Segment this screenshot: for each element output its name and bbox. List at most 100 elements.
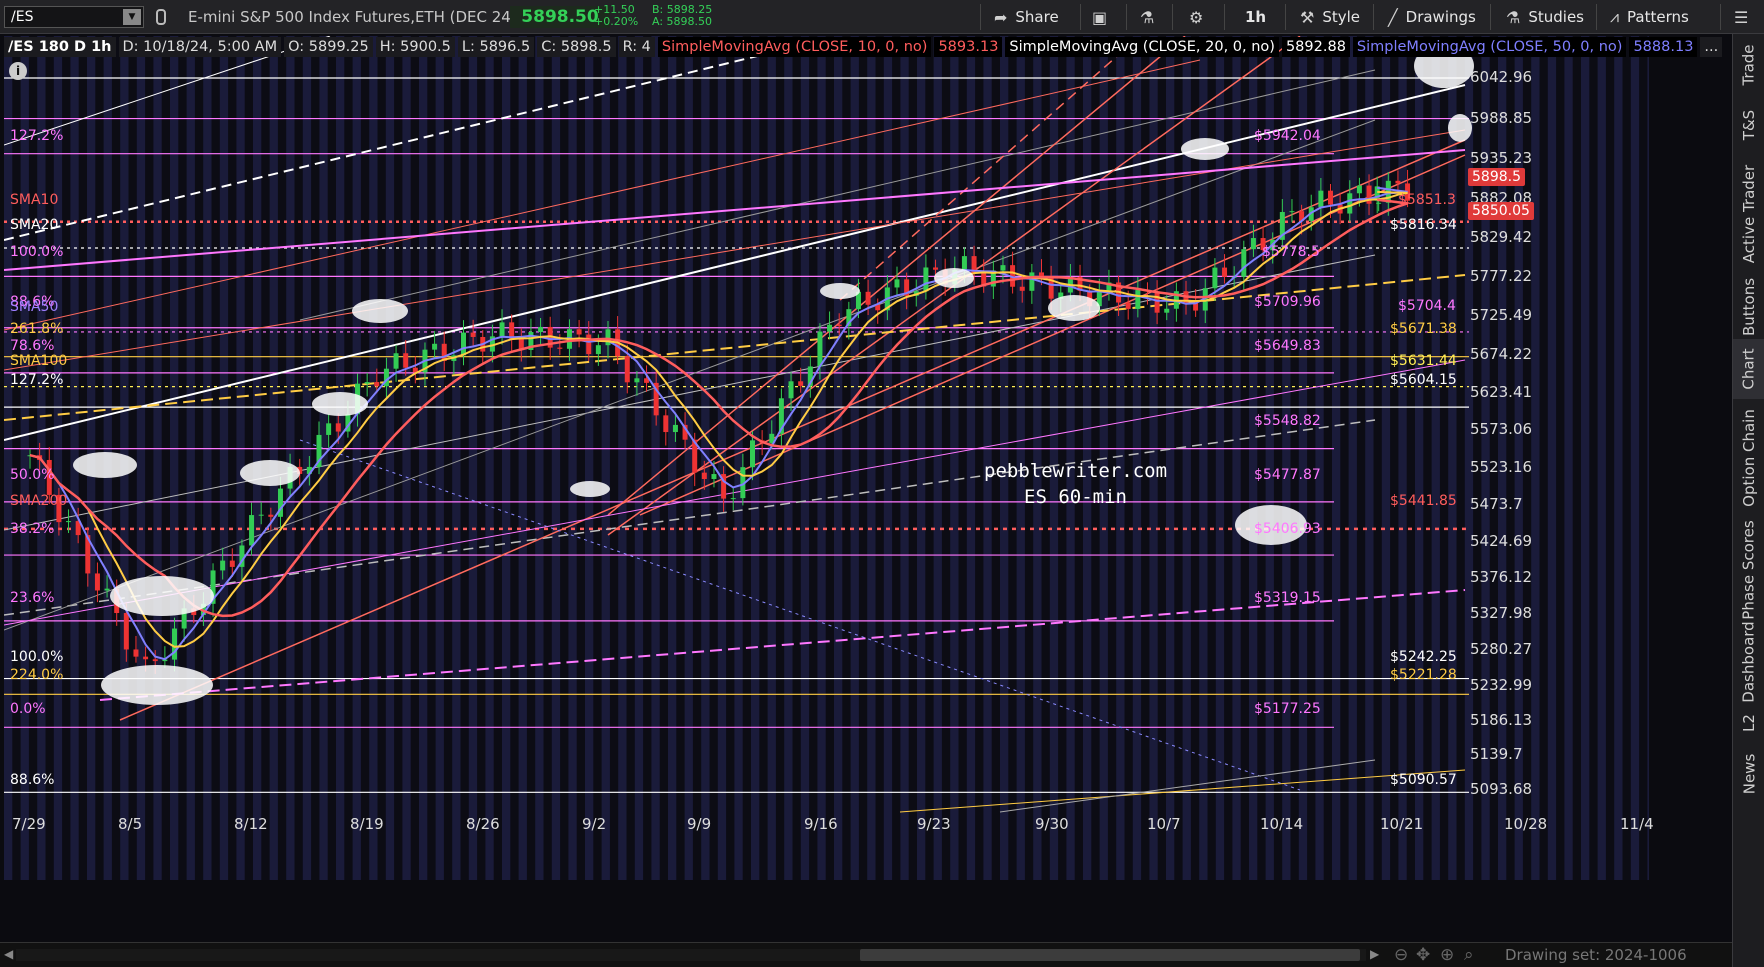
pan-icon[interactable]: ✥	[1416, 945, 1430, 965]
sidebar-tab-label: Dashboard	[1740, 621, 1759, 703]
sma50-label[interactable]: SimpleMovingAvg (CLOSE, 50, 0, no)	[1352, 37, 1627, 57]
bid-ask: B: 5898.25 A: 5898.50	[652, 4, 712, 28]
sidebar-tab-option-chain[interactable]: Option Chain	[1733, 399, 1764, 517]
magnify-icon[interactable]: ⌕	[1464, 945, 1474, 965]
session-band	[1166, 36, 1175, 880]
chevron-down-icon[interactable]: ▼	[123, 9, 141, 25]
menu-icon: ☰	[1734, 7, 1749, 27]
fib-label-left: 0.0%	[10, 701, 46, 717]
session-band	[535, 36, 544, 880]
toolbar-divider	[1080, 4, 1081, 30]
timeframe-button[interactable]: 1h	[1245, 0, 1266, 34]
sma10-value: 5893.13	[934, 37, 1003, 57]
price-change: +11.50 +0.20%	[594, 4, 638, 28]
thinkorswim-chart-window: /ES ▼ E-mini S&P 500 Index Futures,ETH (…	[0, 0, 1764, 967]
price-axis-tick: 5573.06	[1470, 420, 1533, 439]
session-band	[784, 36, 793, 880]
sidebar-tab-phase-scores[interactable]: Phase Scores	[1733, 517, 1764, 622]
price-badge: 5850.05	[1468, 202, 1534, 220]
time-axis-tick: 7/29	[12, 815, 46, 833]
candle-body	[961, 256, 967, 270]
drawing-set-label: Drawing set: 2024-1006	[1505, 946, 1687, 964]
zoom-in-icon[interactable]: ⊕	[1440, 945, 1454, 965]
link-icon[interactable]	[156, 9, 166, 25]
candle-body	[817, 331, 823, 367]
info-icon[interactable]: i	[9, 62, 27, 80]
settings-button[interactable]: ⚙	[1189, 0, 1211, 34]
sidebar-tab-trade[interactable]: Trade	[1733, 34, 1764, 96]
session-band	[1215, 36, 1225, 880]
session-band	[601, 36, 610, 880]
session-band	[1630, 36, 1640, 880]
candle-body	[104, 588, 110, 591]
highlight-ellipse	[101, 665, 213, 705]
share-icon: ➦	[994, 7, 1008, 27]
session-band	[385, 36, 395, 880]
sidebar-tab-buttons[interactable]: Buttons	[1733, 274, 1764, 339]
candle-body	[123, 613, 129, 650]
session-band	[485, 36, 494, 880]
share-button[interactable]: ➦ Share	[994, 0, 1059, 34]
session-band	[834, 36, 843, 880]
scroll-right-icon[interactable]: ▶	[1370, 947, 1379, 961]
time-axis-tick: 9/2	[582, 815, 607, 833]
candle-body	[894, 279, 900, 288]
toolbar-divider	[1373, 4, 1374, 30]
study-header: /ES 180 D 1h D: 10/18/24, 5:00 AM O: 589…	[4, 36, 1725, 58]
session-band	[668, 36, 677, 880]
drawings-button[interactable]: ╱ Drawings	[1388, 0, 1476, 34]
studies-label: Studies	[1528, 8, 1584, 26]
sma20-label[interactable]: SimpleMovingAvg (CLOSE, 20, 0, no)	[1005, 37, 1279, 57]
pencil-icon: ╱	[1388, 7, 1398, 27]
lab-button[interactable]: ⚗	[1140, 0, 1162, 34]
price-axis-tick: 5935.23	[1470, 148, 1533, 167]
time-axis-tick: 9/23	[917, 815, 951, 833]
session-band	[435, 36, 444, 880]
price-badge: 5898.5	[1468, 168, 1525, 186]
scroll-thumb[interactable]	[860, 949, 1360, 961]
sidebar-tab-label: L2	[1740, 714, 1758, 732]
sidebar-tab-news[interactable]: News	[1733, 744, 1764, 804]
time-axis-tick: 8/5	[118, 815, 143, 833]
snapshot-button[interactable]: ▣	[1092, 0, 1115, 34]
candle-body	[152, 659, 158, 662]
chart-id[interactable]: /ES 180 D 1h	[4, 37, 116, 57]
session-band	[4, 36, 13, 880]
candle-body	[1019, 286, 1025, 291]
sidebar-tab-t-s[interactable]: T&S	[1733, 96, 1764, 154]
menu-button[interactable]: ☰	[1734, 0, 1756, 34]
sma10-label[interactable]: SimpleMovingAvg (CLOSE, 10, 0, no)	[657, 37, 932, 57]
toolbar-divider	[1720, 4, 1721, 30]
price-axis-tick: 5093.68	[1470, 780, 1533, 798]
session-band	[1647, 36, 1649, 880]
price-level-label: $5090.57	[1390, 772, 1457, 788]
flask-icon: ⚗	[1140, 7, 1155, 27]
sidebar-tab-chart[interactable]: Chart	[1733, 339, 1764, 399]
sidebar-tab-active-trader[interactable]: Active Trader	[1733, 154, 1764, 274]
time-axis-tick: 9/16	[804, 815, 838, 833]
toolbar-divider	[1172, 4, 1173, 30]
scroll-left-icon[interactable]: ◀	[4, 947, 13, 961]
sidebar-tab-l2[interactable]: L2	[1733, 702, 1764, 744]
time-axis-tick: 8/19	[350, 815, 384, 833]
style-button[interactable]: ⚒ Style	[1300, 0, 1360, 34]
patterns-button[interactable]: ⩘ Patterns	[1610, 0, 1689, 34]
highlight-ellipse	[820, 283, 860, 299]
studies-button[interactable]: ⚗ Studies	[1506, 0, 1584, 34]
bar-open: O: 5899.25	[284, 37, 373, 57]
price-level-label: $5477.87	[1254, 467, 1321, 483]
more-studies[interactable]: ...	[1700, 37, 1723, 57]
session-band	[352, 36, 361, 880]
price-axis-tick: 5623.41	[1470, 382, 1533, 401]
candle-body	[701, 472, 707, 480]
sidebar-tab-dashboard[interactable]: Dashboard	[1733, 621, 1764, 703]
zoom-out-icon[interactable]: ⊖	[1394, 945, 1408, 965]
candle-body	[335, 423, 341, 432]
bar-close: C: 5898.5	[537, 37, 616, 57]
sidebar-tab-label: Phase Scores	[1740, 519, 1759, 620]
price-axis-tick: 5424.69	[1470, 531, 1533, 550]
session-band	[452, 36, 461, 880]
symbol-selector[interactable]: /ES ▼	[4, 6, 144, 28]
candle-body	[672, 424, 678, 433]
session-band	[1398, 36, 1407, 880]
